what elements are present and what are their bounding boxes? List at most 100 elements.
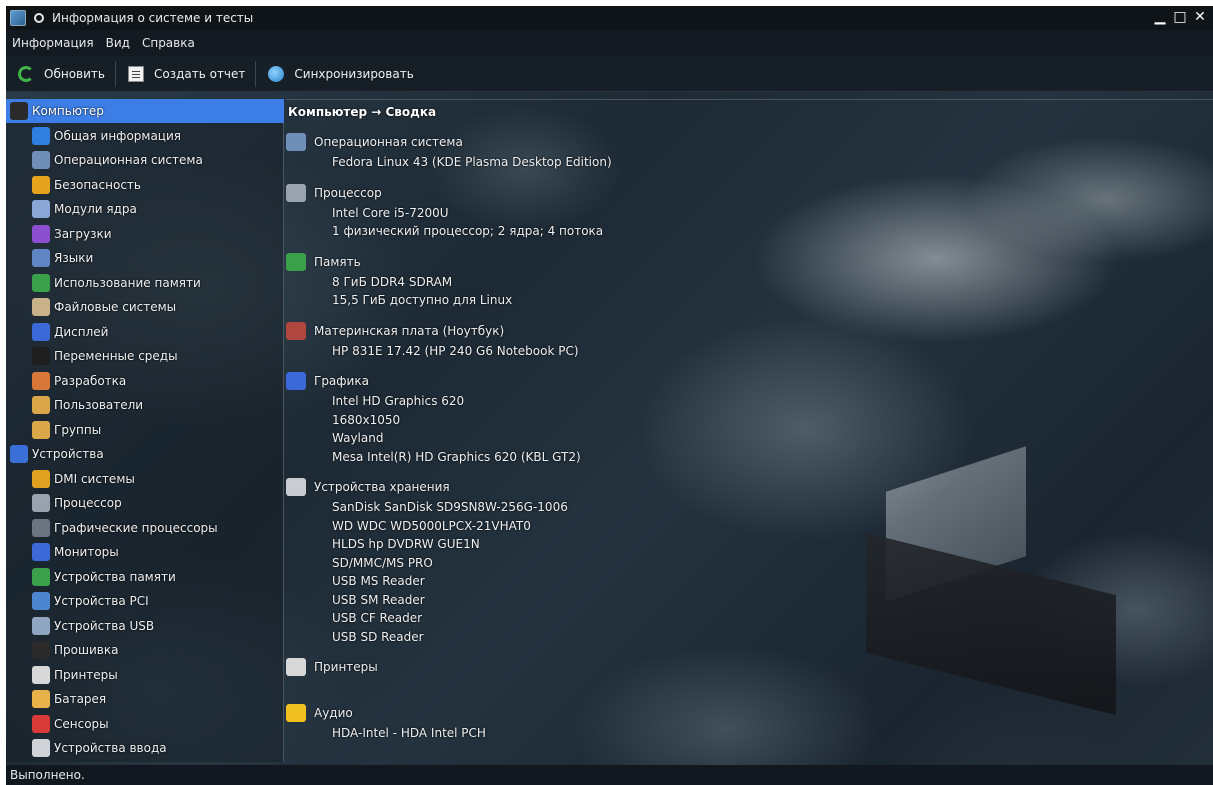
monitor-icon [32, 543, 50, 561]
app-window: Информация о системе и тесты ▁ □ ✕ Инфор… [6, 6, 1213, 785]
sidebar-item[interactable]: Дисплей [6, 320, 284, 344]
sidebar-item-label: Файловые системы [54, 300, 177, 314]
section-label: Принтеры [314, 660, 378, 674]
sync-button[interactable]: Синхронизировать [256, 56, 423, 91]
terminal-icon [32, 347, 50, 365]
dmi-icon [32, 469, 50, 488]
shield-icon [32, 175, 50, 194]
sidebar-item-label: Дисплей [54, 324, 109, 339]
sidebar-item-label: Устройства ввода [54, 741, 167, 755]
section-label: Аудио [314, 706, 353, 720]
development-icon [32, 371, 50, 390]
status-bar: Выполнено. [6, 765, 1213, 785]
sidebar-item[interactable]: Сенсоры [6, 712, 284, 736]
sidebar-item[interactable]: Устройства ввода [6, 736, 284, 760]
audio-icon [286, 704, 306, 722]
section-value: HDA-Intel - HDA Intel PCH [332, 726, 486, 740]
sidebar-item[interactable]: Языки [6, 246, 284, 270]
section-label: Процессор [314, 185, 382, 200]
sidebar-item[interactable]: Пользователи [6, 393, 284, 417]
motherboard-icon [286, 321, 306, 340]
usb-icon [32, 616, 50, 635]
sidebar-item-label: Устройства памяти [54, 569, 176, 584]
sidebar-item[interactable]: Компьютер [6, 99, 284, 123]
printer-icon [286, 658, 306, 676]
refresh-label: Обновить [44, 66, 105, 81]
os-gear-icon [32, 151, 50, 169]
sidebar-item[interactable]: Общая информация [6, 124, 284, 148]
filesystem-icon [32, 298, 50, 316]
section-value: Fedora Linux 43 (KDE Plasma Desktop Edit… [332, 155, 612, 169]
app-icon [10, 10, 26, 26]
sidebar-item-label: Сенсоры [54, 716, 109, 731]
kernel-module-icon [32, 200, 50, 218]
sidebar-item[interactable]: Графические процессоры [6, 516, 284, 540]
maximize-icon[interactable]: □ [1173, 9, 1187, 25]
section-value: Mesa Intel(R) HD Graphics 620 (KBL GT2) [332, 449, 581, 464]
sidebar-item-label: Операционная система [54, 153, 203, 167]
report-icon [127, 65, 144, 82]
section-value: USB SD Reader [332, 629, 424, 644]
sidebar-item-label: Группы [54, 422, 102, 437]
pin-icon[interactable] [34, 13, 44, 23]
section-value: USB SM Reader [332, 592, 425, 607]
memory-module-icon [32, 567, 50, 586]
sidebar-item-label: Прошивка [54, 643, 119, 657]
section-heading: Материнская плата (Ноутбук) [286, 321, 504, 340]
menu-information[interactable]: Информация [6, 36, 100, 50]
sidebar-item-label: Модули ядра [54, 202, 137, 216]
sidebar-item-label: Компьютер [32, 104, 104, 118]
battery-icon [32, 690, 50, 708]
section-label: Операционная система [314, 135, 463, 149]
sidebar-item[interactable]: Переменные среды [6, 344, 284, 368]
language-icon [32, 249, 50, 267]
sync-label: Синхронизировать [294, 66, 414, 81]
sidebar-item-label: Переменные среды [54, 349, 178, 363]
menu-bar: Информация Вид Справка [6, 30, 1213, 56]
page-title: Компьютер → Сводка [288, 105, 437, 119]
menu-help[interactable]: Справка [136, 36, 201, 50]
sidebar-item[interactable]: Принтеры [6, 663, 284, 687]
section-value: Intel HD Graphics 620 [332, 394, 465, 408]
sidebar-item[interactable]: Модули ядра [6, 197, 284, 221]
toolbar: Обновить Создать отчет Синхронизировать [6, 56, 1213, 92]
sync-icon [268, 65, 285, 82]
sidebar-item[interactable]: DMI системы [6, 467, 284, 491]
sidebar-item[interactable]: Загрузки [6, 222, 284, 246]
title-bar: Информация о системе и тесты ▁ □ ✕ [6, 6, 1213, 30]
sidebar-item[interactable]: Батарея [6, 687, 284, 711]
section-value: 8 ГиБ DDR4 SDRAM [332, 274, 453, 289]
refresh-button[interactable]: Обновить [6, 56, 115, 91]
section-heading: Графика [286, 372, 369, 390]
sidebar-item[interactable]: Группы [6, 418, 284, 442]
sidebar-item[interactable]: Процессор [6, 491, 284, 515]
sidebar-item[interactable]: Безопасность [6, 173, 284, 197]
display-icon [286, 372, 306, 390]
sidebar-item-label: Безопасность [54, 177, 141, 192]
sidebar-item-label: Устройства [32, 447, 104, 461]
status-text: Выполнено. [10, 768, 85, 782]
sidebar-item[interactable]: Устройства памяти [6, 565, 284, 589]
section-value: Intel Core i5-7200U [332, 205, 449, 220]
section-value: USB CF Reader [332, 611, 423, 625]
groups-icon [32, 420, 50, 439]
sidebar-item[interactable]: Прошивка [6, 638, 284, 662]
section-value: SD/MMC/MS PRO [332, 555, 433, 570]
sidebar-item[interactable]: Устройства [6, 442, 284, 466]
section-label: Память [314, 254, 361, 269]
sidebar-item[interactable]: Мониторы [6, 540, 284, 564]
close-icon[interactable]: ✕ [1193, 9, 1207, 25]
section-heading: Аудио [286, 704, 353, 722]
sidebar-item[interactable]: Операционная система [6, 148, 284, 172]
sidebar-item[interactable]: Файловые системы [6, 295, 284, 319]
create-report-button[interactable]: Создать отчет [116, 56, 255, 91]
sidebar-item-label: Разработка [54, 373, 127, 388]
minimize-icon[interactable]: ▁ [1153, 9, 1167, 25]
sidebar-item[interactable]: Устройства PCI [6, 589, 284, 613]
sidebar-item[interactable]: Устройства USB [6, 614, 284, 638]
sidebar-item[interactable]: Разработка [6, 369, 284, 393]
sidebar-item-label: Устройства USB [54, 618, 155, 633]
menu-view[interactable]: Вид [100, 36, 136, 50]
sidebar-item-label: Процессор [54, 496, 122, 510]
sidebar-item[interactable]: Использование памяти [6, 271, 284, 295]
